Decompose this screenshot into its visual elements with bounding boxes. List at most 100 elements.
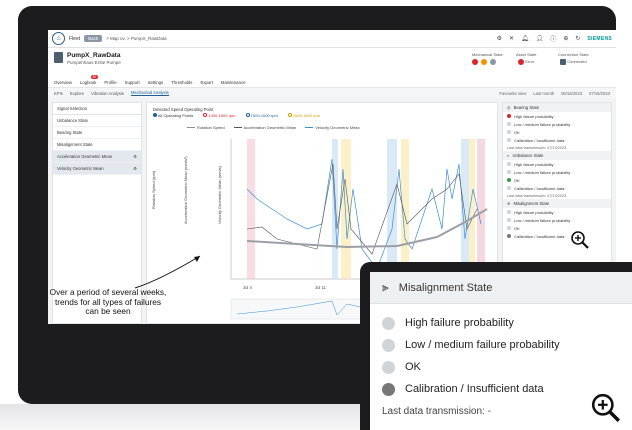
asset-header: PumpX_RawData Pumpenhaus Erste Pumpe Mec… [48,48,616,78]
mechanical-state-warning-icon[interactable] [481,59,487,65]
favourite-view-select[interactable]: Favourite view [499,91,526,96]
tablet-frame: ⫸ Misalignment State High failure probab… [360,262,632,430]
state-band [341,139,351,279]
state-label: High failure probability [514,209,554,215]
op-option-all[interactable]: All Operating Points [153,113,193,118]
acceleration-series-line [246,163,478,255]
tab-support[interactable]: Support [125,80,140,85]
operating-point-title: Detected Speed Operating Point [153,107,214,112]
status-red-icon [507,114,511,118]
tab-profile[interactable]: Profile [104,80,116,85]
state-band [477,139,485,279]
state-label: High failure probability [514,161,554,167]
error-icon [518,59,525,65]
mechanical-state-misalignment-icon[interactable] [490,59,496,65]
zoom-in-icon[interactable] [590,392,622,424]
unbalance-state-header[interactable]: ◐ Unbalance State [503,151,611,160]
misalignment-state-header[interactable]: ≋ Misalignment State [503,199,611,208]
radio-selected-icon [153,113,157,117]
rotation-speed-series-line [246,208,488,249]
start-date[interactable]: 06/16/2023 [561,91,582,96]
op-option-1400[interactable]: 1400-1500 rpm [203,113,236,118]
bearing-calibration: Calibration / Insufficient data [503,136,611,144]
subtab-mechanical-analysis[interactable]: Mechanical Analysis [131,90,169,96]
zoom-ok: OK [370,356,632,378]
notifications-icon[interactable]: 🔔︎ [521,35,529,42]
breadcrumb[interactable]: > Map ov. > PumpX_RawData [106,36,166,41]
tools-icon[interactable]: ✕ [509,35,514,42]
connection-state-group: Connection State Connected [558,52,589,65]
connection-state-label: Connection State [558,52,589,57]
back-button[interactable]: Back [84,35,103,42]
tab-thresholds[interactable]: Thresholds [171,80,192,85]
period-select[interactable]: Last month [533,91,554,96]
end-date[interactable]: 07/16/2023 [589,91,610,96]
signal-velocity-geometric-mean[interactable]: Velocity Geometric Mean ⚙ [53,163,141,175]
tab-maintenance[interactable]: Maintenance [221,80,246,85]
zoom-low-failure: Low / medium failure probability [370,334,632,356]
subtab-kpis[interactable]: KPIs [54,91,63,96]
status-dark-grey-icon [382,382,395,396]
op-option-1600[interactable]: 1600-1800 rpm [287,113,320,118]
gear-icon[interactable]: ⚙ [133,166,137,171]
tab-overview[interactable]: Overview [54,80,72,85]
zoom-in-icon[interactable] [570,230,590,250]
misalignment-icon: ⫸ [382,280,389,294]
status-grey-icon [507,186,511,190]
globe-icon[interactable]: ⊕ [563,35,568,42]
signal-unbalance-state[interactable]: Unbalance State [53,115,141,127]
unbalance-state-title: Unbalance State [512,153,544,158]
asset-state-group: Asset State Error [516,52,536,65]
state-label: OK [405,361,421,373]
top-navigation-bar: ⌂ Fleet Back > Map ov. > PumpX_RawData ⚙… [48,30,616,48]
radio-icon [287,113,292,117]
subtab-explore[interactable]: Explore [70,91,84,96]
signal-bearing-state[interactable]: Bearing State [53,127,141,139]
tab-settings[interactable]: Settings [148,80,164,85]
y-axis-acceleration-label: Acceleration Geometric Mean (mm/s²) [183,156,188,224]
fleet-link[interactable]: Fleet [69,36,80,42]
tab-export[interactable]: Export [200,80,212,85]
state-band [461,139,469,279]
state-label: Calibration / Insufficient data [514,233,565,239]
annotation-arrow [134,255,201,289]
state-label: OK [514,225,520,231]
user-icon[interactable]: 👤︎ [536,35,544,42]
asset-subtitle: Pumpenhaus Erste Pumpe [67,60,121,65]
radio-icon [245,113,250,117]
status-grey-icon [382,316,395,330]
x-tick: Jul 4 [243,285,253,290]
misalignment-zoom-header[interactable]: ⫸ Misalignment State [370,272,632,304]
gear-icon[interactable]: ⚙ [133,154,137,159]
signal-acceleration-geometric-mean[interactable]: Acceleration Geometric Mean ⚙ [53,151,141,163]
home-icon[interactable]: ⌂ [52,32,65,45]
radio-icon [203,113,208,117]
op-option-label: All Operating Points [157,113,194,118]
state-label: Low / medium failure probability [514,217,571,223]
settings-icon[interactable]: ⚙ [497,35,502,42]
info-icon[interactable]: ⓘ [550,34,556,43]
op-option-1500[interactable]: 1500-1600 rpm [245,113,278,118]
status-grey-icon [507,210,511,214]
asset-state-label: Asset State [516,52,537,57]
signal-misalignment-state[interactable]: Misalignment State [53,139,141,151]
status-grey-icon [507,218,511,222]
y-axis-rotation-label: Rotation Speed (rpm) [151,170,156,209]
status-grey-icon [507,162,511,166]
status-grey-icon [507,138,511,142]
mechanical-state-group: Mechanical State [472,52,503,65]
state-label: Low / medium failure probability [405,339,560,351]
bearing-icon: ◎ [507,105,511,110]
status-grey-icon [507,226,511,230]
brand-logo: SIEMENS [587,35,612,42]
subtab-vibration-analysis[interactable]: Vibration Analysis [91,91,124,96]
op-option-label: 1400-1500 rpm [208,113,236,118]
bearing-high: High failure probability [503,112,611,120]
unbalance-calibration: Calibration / Insufficient data [503,184,611,192]
tab-logbook[interactable]: Logbook 99 [80,75,98,85]
mechanical-state-alert-icon[interactable] [472,59,478,65]
refresh-icon[interactable]: ↻ [575,35,580,42]
bearing-state-header[interactable]: ◎ Bearing State [503,103,611,112]
misalignment-ok: OK [503,224,611,232]
unbalance-icon: ◐ [507,153,510,158]
